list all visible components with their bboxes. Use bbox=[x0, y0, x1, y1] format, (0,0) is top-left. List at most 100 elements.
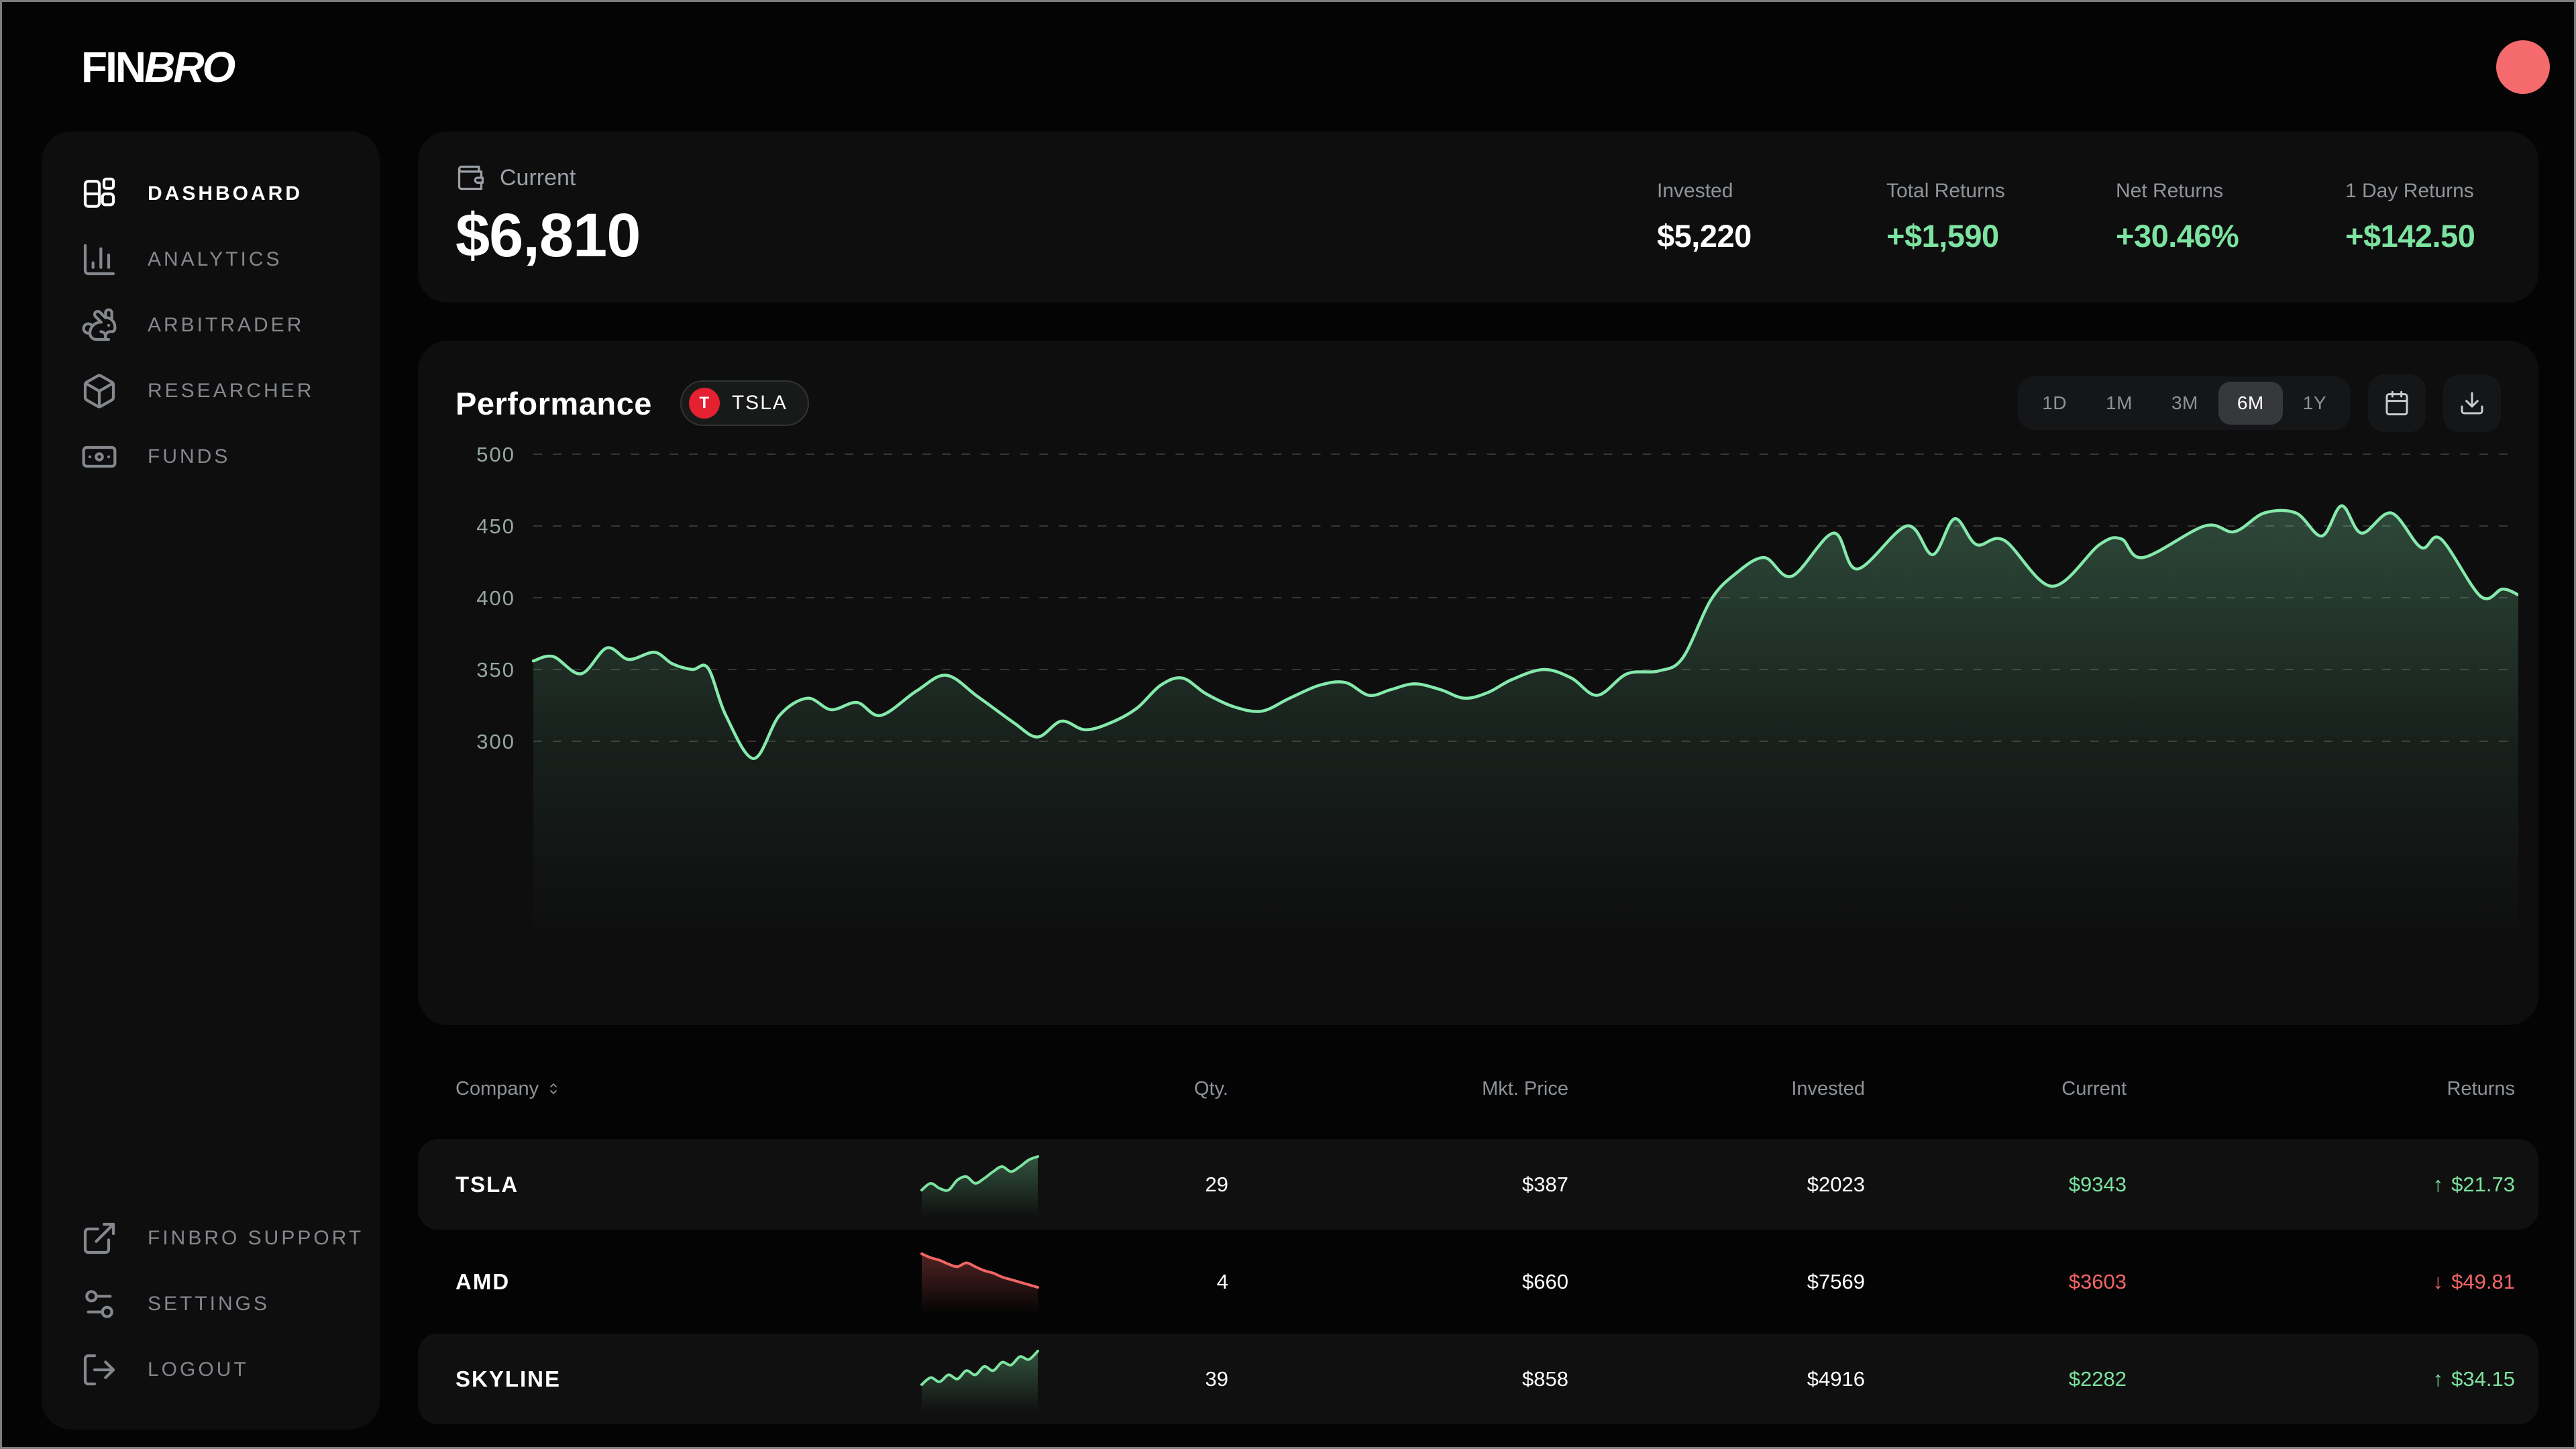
svg-text:300: 300 bbox=[476, 730, 515, 753]
ticker-symbol: TSLA bbox=[732, 392, 788, 415]
stat-total-returns: Total Returns +$1,590 bbox=[1886, 180, 2042, 254]
company-cell: TSLA bbox=[455, 1172, 918, 1197]
table-row-amd[interactable]: AMD 4 $660 $7569 $3603 ↓ $49.81 bbox=[418, 1236, 2538, 1327]
sidebar-item-funds[interactable]: FUNDS bbox=[42, 424, 380, 490]
performance-chart: 500450400350300 bbox=[455, 441, 2518, 978]
sidebar-item-settings[interactable]: SETTINGS bbox=[42, 1271, 380, 1337]
dashboard-icon bbox=[80, 175, 118, 213]
sidebar-item-label: LOGOUT bbox=[148, 1358, 249, 1381]
sidebar-item-label: ARBITRADER bbox=[148, 314, 304, 337]
company-cell: AMD bbox=[455, 1269, 918, 1295]
sliders-icon bbox=[80, 1285, 118, 1323]
performance-chart-svg: 500450400350300 bbox=[455, 441, 2518, 978]
log-out-icon bbox=[80, 1351, 118, 1389]
sidebar-item-finbro-support[interactable]: FINBRO SUPPORT bbox=[42, 1205, 380, 1271]
table-row-skyline[interactable]: SKYLINE 39 $858 $4916 $2282 ↑ $34.15 bbox=[418, 1334, 2538, 1424]
range-3m-button[interactable]: 3M bbox=[2153, 382, 2217, 425]
holdings-table: Company Qty. Mkt. Price Invested Current… bbox=[418, 1062, 2538, 1424]
banknote-icon bbox=[80, 438, 118, 476]
company-header-label: Company bbox=[455, 1078, 539, 1100]
returns-cell: ↑ $21.73 bbox=[2127, 1173, 2515, 1197]
range-1m-button[interactable]: 1M bbox=[2087, 382, 2151, 425]
current-header[interactable]: Current bbox=[1865, 1078, 2127, 1100]
svg-text:500: 500 bbox=[476, 443, 515, 466]
sidebar-item-label: DASHBOARD bbox=[148, 182, 303, 205]
download-button[interactable] bbox=[2443, 374, 2501, 432]
external-link-icon bbox=[80, 1220, 118, 1257]
mkt-price-cell: $387 bbox=[1228, 1173, 1568, 1197]
sparkline-chart bbox=[918, 1147, 1041, 1222]
current-value: $6,810 bbox=[455, 201, 640, 271]
returns-value: $34.15 bbox=[2451, 1367, 2515, 1391]
sidebar-item-label: RESEARCHER bbox=[148, 380, 314, 402]
qty-header[interactable]: Qty. bbox=[1041, 1078, 1228, 1100]
range-1d-button[interactable]: 1D bbox=[2023, 382, 2086, 425]
table-header-row: Company Qty. Mkt. Price Invested Current… bbox=[418, 1062, 2538, 1116]
qty-cell: 29 bbox=[1041, 1173, 1228, 1197]
stat-value: +$1,590 bbox=[1886, 217, 2042, 254]
main-layout: DASHBOARD ANALYTICS ARBITRADER RESEARCHE… bbox=[2, 131, 2574, 1430]
stat-value: $5,220 bbox=[1657, 217, 1813, 254]
sidebar-item-arbitrader[interactable]: ARBITRADER bbox=[42, 292, 380, 358]
sparkline-chart bbox=[918, 1342, 1041, 1417]
mkt-price-header[interactable]: Mkt. Price bbox=[1228, 1078, 1568, 1100]
invested-cell: $2023 bbox=[1568, 1173, 1865, 1197]
finbro-logo[interactable]: FINBRO bbox=[81, 42, 233, 92]
qty-cell: 39 bbox=[1041, 1367, 1228, 1391]
portfolio-summary-card: Current $6,810 Invested $5,220 Total Ret… bbox=[418, 131, 2538, 303]
returns-value: $21.73 bbox=[2451, 1173, 2515, 1197]
returns-header[interactable]: Returns bbox=[2127, 1078, 2515, 1100]
table-row-tsla[interactable]: TSLA 29 $387 $2023 $9343 ↑ $21.73 bbox=[418, 1139, 2538, 1230]
calendar-button[interactable] bbox=[2368, 374, 2426, 432]
ticker-badge[interactable]: T TSLA bbox=[680, 380, 809, 426]
performance-title: Performance bbox=[455, 385, 652, 422]
current-value: $2282 bbox=[1865, 1367, 2127, 1391]
invested-header[interactable]: Invested bbox=[1568, 1078, 1865, 1100]
top-bar: FINBRO bbox=[2, 2, 2574, 131]
stat-label: 1 Day Returns bbox=[2345, 180, 2501, 203]
summary-stats: Invested $5,220 Total Returns +$1,590 Ne… bbox=[1657, 180, 2501, 254]
stat-invested: Invested $5,220 bbox=[1657, 180, 1813, 254]
time-range-selector: 1D 1M 3M 6M 1Y bbox=[2018, 376, 2351, 430]
performance-card: Performance T TSLA 1D 1M 3M 6M 1Y bbox=[418, 341, 2538, 1025]
user-avatar[interactable] bbox=[2496, 40, 2550, 94]
sidebar-item-analytics[interactable]: ANALYTICS bbox=[42, 227, 380, 292]
invested-cell: $4916 bbox=[1568, 1367, 1865, 1391]
mkt-price-cell: $660 bbox=[1228, 1270, 1568, 1294]
invested-cell: $7569 bbox=[1568, 1270, 1865, 1294]
sidebar-item-researcher[interactable]: RESEARCHER bbox=[42, 358, 380, 424]
company-header-sort[interactable]: Company bbox=[455, 1078, 918, 1100]
sort-icon bbox=[545, 1081, 561, 1097]
download-icon bbox=[2459, 390, 2485, 417]
trend-arrow-icon: ↑ bbox=[2433, 1367, 2444, 1391]
sparkline-chart bbox=[918, 1244, 1041, 1320]
tsla-logo-icon: T bbox=[689, 388, 720, 419]
trend-arrow-icon: ↑ bbox=[2433, 1173, 2444, 1197]
current-block: Current $6,810 bbox=[455, 163, 640, 271]
range-1y-button[interactable]: 1Y bbox=[2284, 382, 2345, 425]
bar-chart-icon bbox=[80, 241, 118, 278]
current-value: $3603 bbox=[1865, 1270, 2127, 1294]
stat-label: Total Returns bbox=[1886, 180, 2042, 203]
sidebar: DASHBOARD ANALYTICS ARBITRADER RESEARCHE… bbox=[42, 131, 380, 1430]
trend-arrow-icon: ↓ bbox=[2433, 1270, 2444, 1294]
sidebar-item-logout[interactable]: LOGOUT bbox=[42, 1337, 380, 1403]
stat-value: +$142.50 bbox=[2345, 217, 2501, 254]
svg-text:450: 450 bbox=[476, 515, 515, 538]
returns-value: $49.81 bbox=[2451, 1270, 2515, 1294]
box-icon bbox=[80, 372, 118, 410]
stat-label: Net Returns bbox=[2116, 180, 2271, 203]
sidebar-item-label: SETTINGS bbox=[148, 1293, 270, 1316]
sidebar-item-dashboard[interactable]: DASHBOARD bbox=[42, 161, 380, 227]
svg-text:400: 400 bbox=[476, 586, 515, 610]
stat-label: Invested bbox=[1657, 180, 1813, 203]
sidebar-item-label: FINBRO SUPPORT bbox=[148, 1227, 364, 1250]
stat-value: +30.46% bbox=[2116, 217, 2271, 254]
mkt-price-cell: $858 bbox=[1228, 1367, 1568, 1391]
range-6m-button[interactable]: 6M bbox=[2218, 382, 2283, 425]
sidebar-item-label: FUNDS bbox=[148, 445, 230, 468]
stat-net-returns: Net Returns +30.46% bbox=[2116, 180, 2271, 254]
logo-bro: BRO bbox=[144, 42, 233, 92]
sidebar-item-label: ANALYTICS bbox=[148, 248, 282, 271]
current-value: $9343 bbox=[1865, 1173, 2127, 1197]
